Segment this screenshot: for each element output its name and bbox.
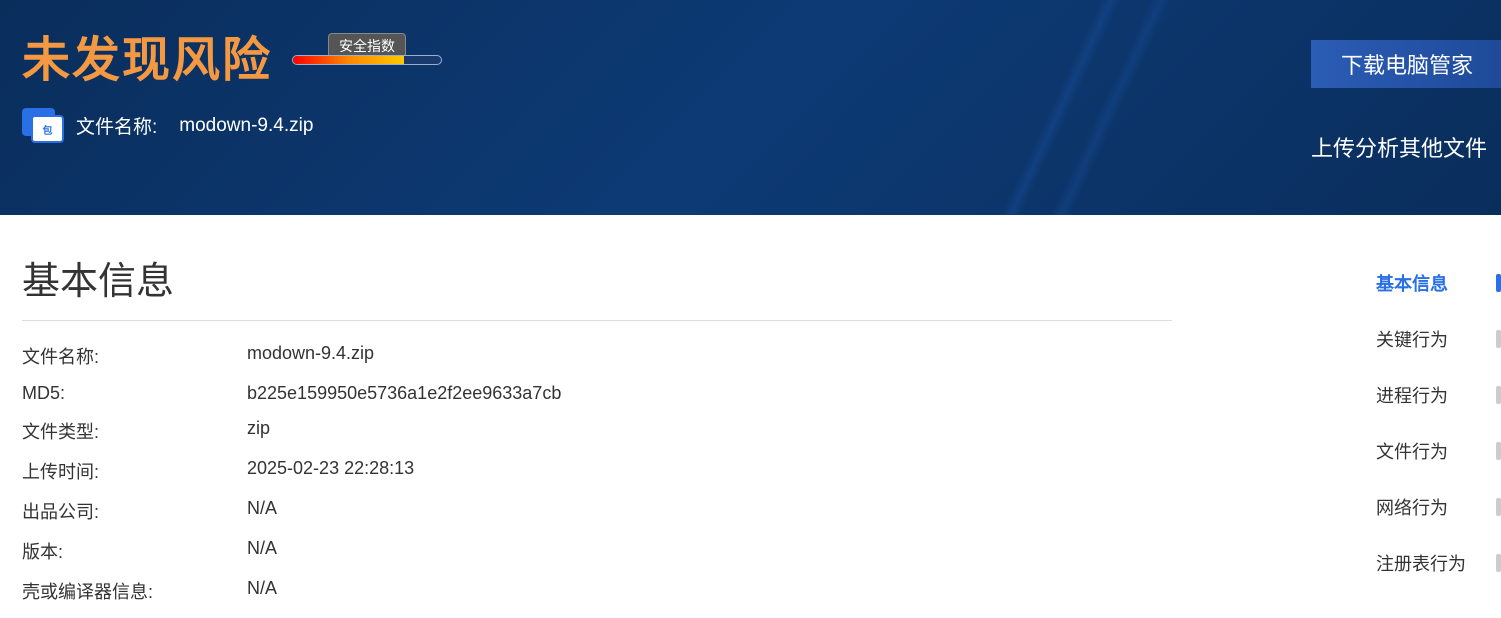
info-row: 文件名称: modown-9.4.zip	[22, 343, 1172, 369]
nav-label: 关键行为	[1376, 326, 1448, 352]
info-row: 出品公司: N/A	[22, 498, 1172, 524]
info-key: 版本:	[22, 538, 247, 564]
nav-item-file-behavior[interactable]: 文件行为	[1376, 423, 1501, 479]
info-key: 上传时间:	[22, 458, 247, 484]
section-title: 基本信息	[22, 250, 1172, 321]
info-key: 壳或编译器信息:	[22, 578, 247, 604]
main-column: 基本信息 文件名称: modown-9.4.zip MD5: b225e1599…	[22, 250, 1172, 618]
nav-item-registry-behavior[interactable]: 注册表行为	[1376, 535, 1501, 591]
gauge-fill	[293, 56, 404, 64]
content-area: 基本信息 文件名称: modown-9.4.zip MD5: b225e1599…	[0, 215, 1501, 618]
info-row: 上传时间: 2025-02-23 22:28:13	[22, 458, 1172, 484]
file-name-label: 文件名称:	[76, 112, 157, 139]
nav-indicator-icon	[1496, 442, 1501, 460]
info-val: zip	[247, 418, 270, 444]
nav-label: 文件行为	[1376, 438, 1448, 464]
nav-indicator-icon	[1496, 330, 1501, 348]
sidebar-nav: 基本信息 关键行为 进程行为 文件行为 网络行为 注册表行为	[1376, 255, 1501, 591]
download-manager-button[interactable]: 下载电脑管家	[1311, 40, 1501, 88]
info-key: MD5:	[22, 383, 247, 404]
nav-indicator-icon	[1496, 274, 1501, 292]
package-icon: 包	[22, 108, 64, 143]
gauge-bar	[292, 55, 442, 65]
info-val: 2025-02-23 22:28:13	[247, 458, 414, 484]
nav-indicator-icon	[1496, 554, 1501, 572]
risk-status-title: 未发现风险	[22, 20, 272, 90]
info-row: 版本: N/A	[22, 538, 1172, 564]
nav-item-key-behavior[interactable]: 关键行为	[1376, 311, 1501, 367]
file-name-value: modown-9.4.zip	[179, 115, 313, 137]
info-val: b225e159950e5736a1e2f2ee9633a7cb	[247, 383, 561, 404]
info-key: 文件类型:	[22, 418, 247, 444]
header-banner: 未发现风险 安全指数 包 文件名称: modown-9.4.zip 下载电脑管家…	[0, 0, 1501, 215]
nav-indicator-icon	[1496, 386, 1501, 404]
info-row: 壳或编译器信息: N/A	[22, 578, 1172, 604]
info-row: MD5: b225e159950e5736a1e2f2ee9633a7cb	[22, 383, 1172, 404]
nav-label: 网络行为	[1376, 494, 1448, 520]
nav-label: 注册表行为	[1376, 550, 1466, 576]
nav-item-basic-info[interactable]: 基本信息	[1376, 255, 1501, 311]
file-row: 包 文件名称: modown-9.4.zip	[22, 108, 1501, 143]
info-row: 文件类型: zip	[22, 418, 1172, 444]
header-actions: 下载电脑管家 上传分析其他文件	[1311, 40, 1501, 171]
nav-item-network-behavior[interactable]: 网络行为	[1376, 479, 1501, 535]
safety-gauge: 安全指数	[292, 55, 442, 65]
nav-indicator-icon	[1496, 498, 1501, 516]
risk-row: 未发现风险 安全指数	[22, 20, 1501, 90]
nav-item-process-behavior[interactable]: 进程行为	[1376, 367, 1501, 423]
nav-label: 基本信息	[1376, 270, 1448, 296]
info-val: modown-9.4.zip	[247, 343, 374, 369]
info-key: 出品公司:	[22, 498, 247, 524]
basic-info-table: 文件名称: modown-9.4.zip MD5: b225e159950e57…	[22, 343, 1172, 604]
info-val: N/A	[247, 498, 277, 524]
info-key: 文件名称:	[22, 343, 247, 369]
info-val: N/A	[247, 578, 277, 604]
info-val: N/A	[247, 538, 277, 564]
nav-label: 进程行为	[1376, 382, 1448, 408]
upload-other-file-button[interactable]: 上传分析其他文件	[1311, 123, 1501, 171]
